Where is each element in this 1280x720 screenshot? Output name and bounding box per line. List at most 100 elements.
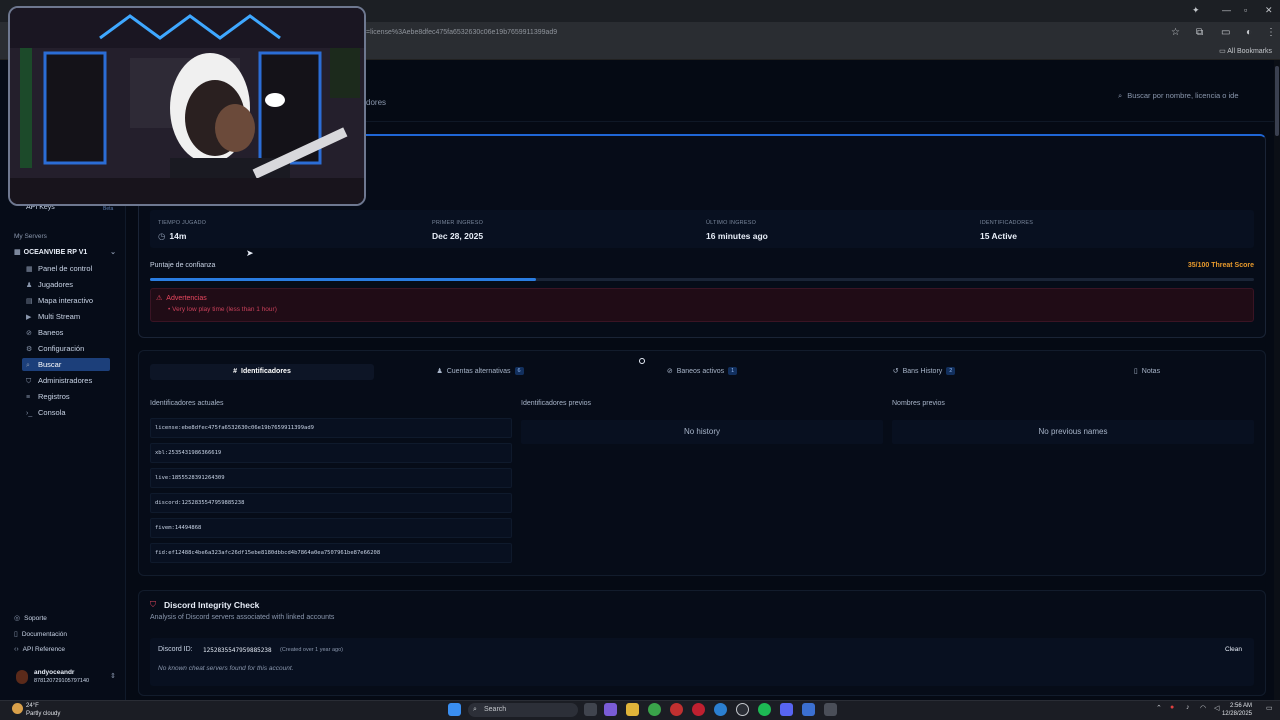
edge-icon[interactable] (714, 703, 727, 716)
identifier-row[interactable]: discord:1252835547959885238 (150, 493, 512, 513)
task-view-icon[interactable] (584, 703, 597, 716)
webcam-overlay (8, 6, 366, 206)
server-selector[interactable]: ▦ OCEANVIBE RP V1 ⌄ (14, 248, 118, 256)
tab-notes[interactable]: ▯ Notas (1040, 364, 1254, 380)
app-blue-icon[interactable] (802, 703, 815, 716)
taskbar-clock[interactable]: 2:56 AM 12/28/2025 (1222, 702, 1252, 718)
sidebar-docs[interactable]: ▯ Documentación (14, 630, 67, 638)
alt-accounts-badge: 6 (514, 367, 524, 376)
identifier-row[interactable]: live:1855528391264309 (150, 468, 512, 488)
chevron-down-icon: ⌄ (110, 249, 116, 256)
beta-badge: Beta (103, 206, 114, 212)
sidebar-item-admins[interactable]: ⛉ Administradores (22, 374, 110, 387)
user-name: andyoceandr (34, 669, 75, 676)
sidebar-item-settings[interactable]: ⚙ Configuración (22, 342, 110, 355)
sidebar-support[interactable]: ◎ Soporte (14, 614, 47, 622)
profile-icon[interactable]: ◐ (1246, 27, 1252, 38)
nav-tab-partial[interactable]: dores (366, 98, 386, 107)
windows-start-icon[interactable] (448, 703, 461, 716)
discord-icon[interactable] (780, 703, 793, 716)
sidebar-item-bans[interactable]: ⊘ Baneos (22, 326, 110, 339)
stat-first-login: PRIMER INGRESO Dec 28, 2025 (432, 220, 484, 241)
bookmark-star-icon[interactable]: ☆ (1171, 27, 1180, 38)
shield-alert-icon: ⛉ (150, 600, 156, 609)
sidebar-item-map[interactable]: ▤ Mapa interactivo (22, 294, 110, 307)
browser-sparkle-icon[interactable]: ✦ (1192, 5, 1200, 16)
hash-icon: # (233, 368, 238, 375)
terminal-icon: ›_ (26, 410, 33, 417)
tray-chevron-icon[interactable]: ⌃ (1156, 704, 1162, 712)
sidebar-item-console[interactable]: ›_ Consola (22, 406, 110, 419)
app-gray-icon[interactable] (824, 703, 837, 716)
stats-row (150, 210, 1254, 248)
sidebar-item-logs[interactable]: ≡ Registros (22, 390, 110, 403)
discord-id-label: Discord ID: (158, 646, 193, 653)
avatar (16, 670, 28, 684)
book-icon: ▯ (14, 631, 18, 638)
ban-icon: ⊘ (26, 330, 32, 337)
ban-icon: ⊘ (666, 368, 673, 375)
stat-identifiers: IDENTIFICADORES 15 Active (980, 220, 1034, 241)
identifier-row[interactable]: xbl:2535431986366619 (150, 443, 512, 463)
app-circle-icon[interactable] (736, 703, 749, 716)
sidebar-api-reference[interactable]: ‹› API Reference (14, 646, 65, 653)
warnings-title: ⚠ Advertencias (156, 295, 207, 302)
page-scrollbar-thumb[interactable] (1275, 66, 1279, 136)
url-field[interactable]: =license%3Aebe8dfec475fa6532630c06e19b76… (366, 26, 1156, 40)
bans-history-badge: 2 (946, 367, 956, 376)
identifier-row[interactable]: fid:ef12488c4be6a323afc26df15ebe8180dbbc… (150, 543, 512, 563)
spotify-icon[interactable] (758, 703, 771, 716)
search-icon: ⌕ (1118, 91, 1123, 100)
wifi-icon[interactable]: ◠ (1200, 704, 1206, 712)
extensions-icon[interactable]: ⧉ (1196, 27, 1203, 38)
weather-widget[interactable]: 24°F Partly cloudy (26, 702, 60, 718)
discord-result-box (150, 638, 1254, 686)
users-icon: ♟ (436, 368, 443, 375)
close-icon[interactable]: ✕ (1265, 5, 1273, 16)
taskbar-search[interactable]: ⌕ Search (468, 703, 578, 717)
volume-icon[interactable]: ◁ (1214, 704, 1219, 712)
sidebar-item-players[interactable]: ♟ Jugadores (22, 278, 110, 291)
trust-score-label: Puntaje de confianza (150, 262, 216, 269)
search-input[interactable]: ⌕ Buscar por nombre, licencia o ide (1118, 88, 1268, 104)
user-menu[interactable]: andyoceandr 878120729105797140 ⇕ (14, 668, 120, 690)
identifier-row[interactable]: fivem:14494868 (150, 518, 512, 538)
discord-id-value: 1252835547959885238 (203, 647, 272, 654)
all-bookmarks-link[interactable]: ▭ All Bookmarks (1219, 47, 1272, 55)
app-red-icon[interactable] (670, 703, 683, 716)
sidebar-item-panel[interactable]: ▦ Panel de control (22, 262, 110, 275)
tab-bans-history[interactable]: ↺ Bans History 2 (818, 364, 1030, 380)
copilot-icon[interactable] (604, 703, 617, 716)
mic-icon[interactable]: ♪ (1186, 704, 1190, 711)
notifications-icon[interactable]: ▭ (1266, 704, 1273, 712)
page-scrollbar[interactable] (1274, 60, 1280, 700)
help-icon: ◎ (14, 615, 21, 622)
active-bans-badge: 1 (728, 367, 738, 376)
tab-active-bans[interactable]: ⊘ Baneos activos 1 (596, 364, 808, 380)
opera-icon[interactable] (692, 703, 705, 716)
file-explorer-icon[interactable] (626, 703, 639, 716)
my-servers-heading: My Servers (14, 233, 47, 240)
shield-icon: ⛉ (26, 378, 32, 385)
sidebar-item-multistream[interactable]: ▶ Multi Stream (22, 310, 110, 323)
note-icon: ▯ (1133, 368, 1138, 375)
minimize-icon[interactable]: — (1222, 5, 1231, 15)
no-names-box: No previous names (892, 420, 1254, 444)
maximize-icon[interactable]: ▫ (1244, 5, 1247, 15)
threat-score: 35/100 Threat Score (1187, 262, 1254, 269)
discord-check-subtitle: Analysis of Discord servers associated w… (150, 614, 335, 621)
weather-icon (12, 703, 23, 714)
sidebar-item-search[interactable]: ⌕ Buscar (22, 358, 110, 371)
identifier-row[interactable]: license:ebe8dfec475fa6532630c06e19b76599… (150, 418, 512, 438)
warning-icon: ⚠ (156, 295, 163, 302)
browser-menu-icon[interactable]: ⋮ (1266, 27, 1276, 38)
chrome-icon[interactable] (648, 703, 661, 716)
cast-icon[interactable]: ▭ (1221, 27, 1230, 38)
search-icon: ⌕ (26, 362, 30, 369)
tab-alt-accounts[interactable]: ♟ Cuentas alternativas 6 (374, 364, 586, 380)
discord-check-title: Discord Integrity Check (164, 600, 260, 610)
tab-identificadores[interactable]: # Identificadores (150, 364, 374, 380)
tray-app-icon[interactable]: ● (1170, 704, 1174, 711)
loading-spinner-icon (639, 358, 645, 364)
mouse-cursor-icon: ➤ (246, 248, 254, 258)
